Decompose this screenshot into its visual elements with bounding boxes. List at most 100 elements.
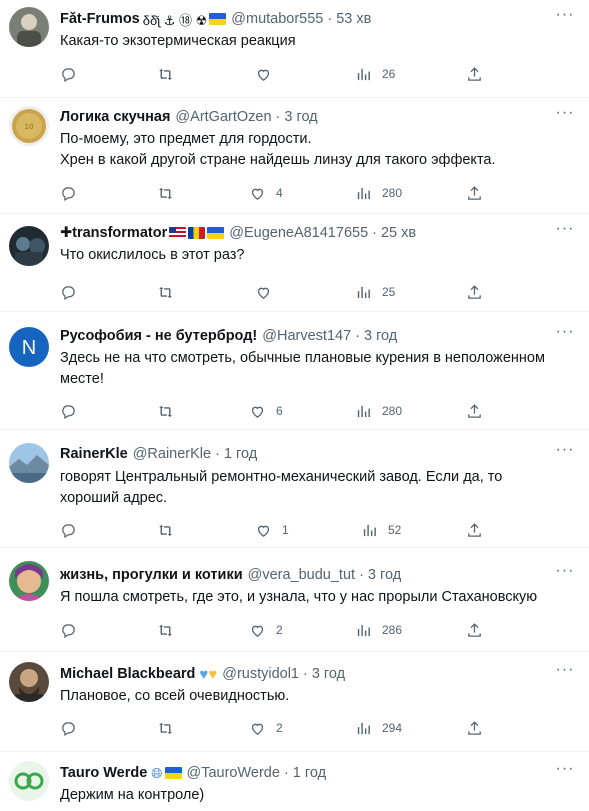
- timestamp[interactable]: 53 хв: [336, 11, 371, 27]
- share-button[interactable]: [466, 718, 483, 738]
- share-button[interactable]: [466, 401, 483, 421]
- avatar[interactable]: [9, 443, 49, 483]
- tweet[interactable]: N Русофобия - не бутерброд! @Harvest147 …: [0, 312, 589, 430]
- display-name[interactable]: Tauro Werde: [60, 765, 147, 781]
- display-name[interactable]: Michael Blackbeard: [60, 666, 195, 682]
- views-button[interactable]: 280: [355, 401, 402, 421]
- reply-button[interactable]: [60, 718, 77, 738]
- avatar[interactable]: [9, 761, 49, 801]
- tweet[interactable]: Michael Blackbeard ♥ ♥ @rustyidol1 · 3 г…: [0, 652, 589, 752]
- more-icon[interactable]: ···: [555, 324, 575, 344]
- user-handle[interactable]: @TauroWerde: [187, 765, 280, 781]
- tweet-line: Какая-то экзотермическая реакция: [60, 33, 296, 49]
- avatar[interactable]: [9, 561, 49, 601]
- retweet-button[interactable]: [157, 520, 174, 540]
- views-button[interactable]: 25: [355, 282, 395, 302]
- like-button[interactable]: 2: [249, 620, 283, 640]
- timestamp[interactable]: 3 год: [364, 328, 397, 344]
- user-handle[interactable]: @mutabor555: [231, 11, 323, 27]
- avatar[interactable]: N: [9, 327, 49, 367]
- more-icon[interactable]: ···: [555, 563, 575, 583]
- tweet-header: Логика скучная @ArtGartOzen · 3 год: [60, 107, 549, 127]
- tweet[interactable]: жизнь, прогулки и котики @vera_budu_tut …: [0, 548, 589, 652]
- like-button[interactable]: 1: [255, 520, 289, 540]
- reply-button[interactable]: [60, 64, 77, 84]
- timestamp[interactable]: 25 хв: [381, 225, 416, 241]
- share-button[interactable]: [466, 620, 483, 640]
- tweet-line: говорят Центральный ремонтно-механически…: [60, 469, 503, 485]
- tweet[interactable]: Tauro Werde 🌐︎ @TauroWerde · 1 год ··· Д…: [0, 752, 589, 811]
- tweet[interactable]: 10 Логика скучная @ArtGartOzen · 3 год ·…: [0, 98, 589, 214]
- like-button[interactable]: [255, 282, 282, 302]
- tweet[interactable]: Fǎt-Frumos δδ̌ʅ ⚓ ⑱ ☢ @mutabor555 · 53 х…: [0, 0, 589, 98]
- more-icon[interactable]: ···: [555, 442, 575, 462]
- reply-button[interactable]: [60, 520, 77, 540]
- more-icon[interactable]: ···: [555, 105, 575, 125]
- views-button[interactable]: 26: [355, 64, 395, 84]
- like-button[interactable]: 4: [249, 183, 283, 203]
- timestamp[interactable]: 1 год: [224, 446, 257, 462]
- share-button[interactable]: [466, 183, 483, 203]
- separator-dot: ·: [327, 11, 333, 27]
- retweet-button[interactable]: [157, 718, 174, 738]
- user-handle[interactable]: @vera_budu_tut: [248, 567, 355, 583]
- more-icon[interactable]: ···: [555, 221, 575, 241]
- reply-button[interactable]: [60, 282, 77, 302]
- retweet-button[interactable]: [157, 64, 174, 84]
- views-button[interactable]: 52: [361, 520, 401, 540]
- share-icon: [468, 66, 481, 81]
- retweet-icon: [159, 187, 172, 199]
- display-name[interactable]: Fǎt-Frumos: [60, 11, 140, 27]
- separator-dot: ·: [372, 225, 377, 241]
- views-button[interactable]: 280: [355, 183, 402, 203]
- display-name[interactable]: Русофобия - не бутерброд!: [60, 328, 257, 344]
- flag-ukraine-icon: [207, 227, 225, 239]
- user-handle[interactable]: @rustyidol1: [222, 666, 299, 682]
- retweet-button[interactable]: [157, 401, 174, 421]
- user-handle[interactable]: @RainerKle: [133, 446, 211, 462]
- tweet-line: По-моему, это предмет для гордости.: [60, 131, 312, 147]
- retweet-button[interactable]: [157, 620, 174, 640]
- share-button[interactable]: [466, 520, 483, 540]
- reply-button[interactable]: [60, 401, 77, 421]
- share-icon: [468, 185, 481, 200]
- reply-button[interactable]: [60, 620, 77, 640]
- avatar[interactable]: [9, 7, 49, 47]
- view-count: 25: [382, 285, 396, 299]
- user-handle[interactable]: @EugeneA81417655: [229, 225, 368, 241]
- flag-ukraine-icon: [164, 767, 182, 779]
- avatar[interactable]: [9, 226, 49, 266]
- more-icon[interactable]: ···: [555, 662, 575, 682]
- views-button[interactable]: 286: [355, 620, 402, 640]
- timestamp[interactable]: 1 год: [293, 765, 326, 781]
- avatar[interactable]: 10: [9, 106, 49, 146]
- display-name[interactable]: RainerKle: [60, 446, 128, 462]
- reply-button[interactable]: [60, 183, 77, 203]
- share-button[interactable]: [466, 282, 483, 302]
- display-name[interactable]: ✚transformator: [60, 225, 167, 241]
- like-button[interactable]: [255, 64, 282, 84]
- display-name[interactable]: Логика скучная: [60, 109, 170, 125]
- share-button[interactable]: [466, 64, 483, 84]
- views-icon: [357, 187, 370, 199]
- timestamp[interactable]: 3 год: [284, 109, 317, 125]
- timestamp[interactable]: 3 год: [312, 666, 345, 682]
- timestamp[interactable]: 3 год: [368, 567, 401, 583]
- display-name[interactable]: жизнь, прогулки и котики: [60, 567, 243, 583]
- more-icon[interactable]: ···: [555, 761, 575, 781]
- flag-ukraine-icon: [209, 13, 227, 25]
- views-button[interactable]: 294: [355, 718, 402, 738]
- avatar[interactable]: [9, 662, 49, 702]
- reply-icon: [62, 67, 75, 82]
- user-handle[interactable]: @Harvest147: [262, 328, 351, 344]
- tweet-line: Я пошла смотреть, где это, и узнала, что…: [60, 589, 538, 605]
- user-handle[interactable]: @ArtGartOzen: [175, 109, 271, 125]
- like-button[interactable]: 2: [249, 718, 283, 738]
- like-button[interactable]: 6: [249, 401, 283, 421]
- tweet[interactable]: ✚transformator @EugeneA81417655 · 25 хв …: [0, 214, 589, 312]
- tweet[interactable]: RainerKle @RainerKle · 1 год ··· говорят…: [0, 430, 589, 548]
- retweet-button[interactable]: [157, 183, 174, 203]
- retweet-button[interactable]: [157, 282, 174, 302]
- like-count: 1: [282, 523, 289, 537]
- more-icon[interactable]: ···: [555, 7, 575, 27]
